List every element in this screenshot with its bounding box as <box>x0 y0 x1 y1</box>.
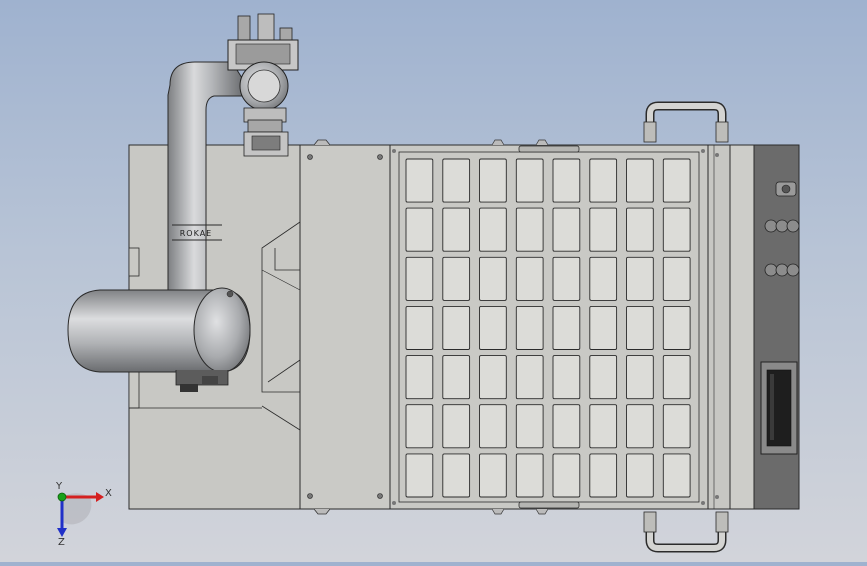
tray-slot <box>405 453 434 498</box>
y-axis-label: Y <box>55 481 63 492</box>
z-axis-label: Z <box>58 537 65 548</box>
end-panel <box>753 144 800 510</box>
tray-slot <box>405 158 434 203</box>
tray-slot <box>479 207 507 252</box>
tray-slot <box>552 453 581 498</box>
tray-slot <box>626 207 654 252</box>
tray-slot <box>515 305 544 350</box>
tray-slot <box>552 305 581 350</box>
tray-slot <box>589 305 618 350</box>
tray-slot <box>662 158 691 203</box>
tray-slot <box>515 256 544 301</box>
tray-slot <box>515 453 544 498</box>
side-rail <box>707 144 755 510</box>
tray-slot <box>626 404 654 449</box>
tray-slot <box>552 256 581 301</box>
tray-slot <box>626 305 654 350</box>
tray-panel <box>389 139 709 515</box>
tray-slot <box>515 158 544 203</box>
tray-slot <box>442 256 471 301</box>
tray-slot <box>405 305 434 350</box>
tray-slot <box>405 207 434 252</box>
tray-slot <box>626 355 654 400</box>
x-axis-label: X <box>105 488 112 499</box>
tray-slot <box>405 404 434 449</box>
tray-slot <box>589 453 618 498</box>
tray-slot <box>552 158 581 203</box>
tray-slot <box>626 158 654 203</box>
tray-slot <box>589 256 618 301</box>
connector-port <box>764 263 800 277</box>
tray-slot <box>442 404 471 449</box>
cad-viewport[interactable]: ROKAE X Y Z <box>0 0 867 562</box>
tray-slot <box>589 404 618 449</box>
tray-slot <box>662 404 691 449</box>
bottom-carry-handle <box>643 511 729 553</box>
tray-slot <box>479 404 507 449</box>
robot-brand-label: ROKAE <box>180 229 213 238</box>
tray-slot <box>442 453 471 498</box>
tray-slot <box>589 355 618 400</box>
lid-panel <box>299 139 391 515</box>
tray-slot <box>626 453 654 498</box>
tray-slot <box>442 305 471 350</box>
tray-slot <box>515 207 544 252</box>
tray-slot <box>515 404 544 449</box>
connector-port <box>764 219 800 233</box>
axis-triad: X Y Z <box>55 481 112 548</box>
tray-slot <box>662 453 691 498</box>
tray-slot <box>662 305 691 350</box>
tray-slot <box>515 355 544 400</box>
tray-slot <box>442 158 471 203</box>
tray-slot <box>662 207 691 252</box>
tray-slot <box>479 158 507 203</box>
tray-slot <box>479 256 507 301</box>
tray-slot <box>442 355 471 400</box>
tray-slot <box>479 453 507 498</box>
tray-slot <box>479 305 507 350</box>
tray-slot <box>552 207 581 252</box>
tray-slot <box>405 355 434 400</box>
y-axis-marker <box>57 492 67 502</box>
tray-slot <box>662 256 691 301</box>
tray-slot <box>552 355 581 400</box>
tray-slot <box>479 355 507 400</box>
tray-slot <box>442 207 471 252</box>
tray-slot <box>589 207 618 252</box>
tray-slot <box>662 355 691 400</box>
tray-slot <box>626 256 654 301</box>
tray-slot <box>552 404 581 449</box>
tray-slot <box>589 158 618 203</box>
tray-slot <box>405 256 434 301</box>
connector-port <box>775 181 797 197</box>
display-screen <box>760 361 798 455</box>
top-carry-handle <box>643 101 729 143</box>
